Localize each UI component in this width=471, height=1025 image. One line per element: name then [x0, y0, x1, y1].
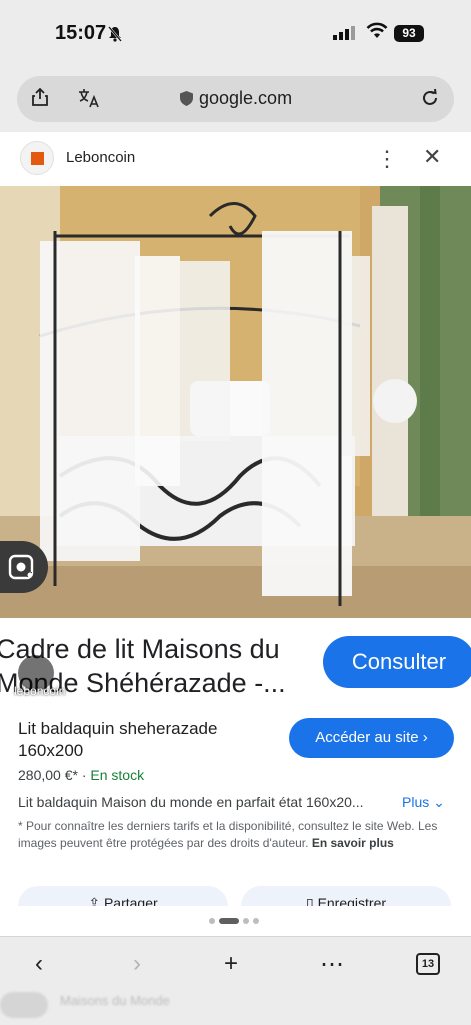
leboncoin-logo-icon	[31, 152, 44, 165]
wifi-icon	[366, 22, 388, 45]
silent-bell-icon	[108, 26, 122, 45]
page-dot	[209, 918, 215, 924]
reload-icon[interactable]	[420, 88, 440, 108]
secure-shield-icon	[180, 91, 193, 106]
page-dot	[253, 918, 259, 924]
product-price: 280,00 €*	[18, 767, 78, 783]
price-row: 280,00 €* · En stock	[18, 767, 144, 783]
learn-more-link[interactable]: En savoir plus	[312, 836, 394, 850]
menu-dots-icon[interactable]: ⋯	[320, 950, 344, 979]
visit-site-label: Accéder au site	[315, 729, 419, 746]
new-tab-plus-icon[interactable]: +	[224, 950, 238, 978]
more-label: Plus	[402, 794, 430, 810]
more-options-icon[interactable]: ⋮	[376, 146, 398, 172]
consult-button[interactable]: Consulter	[323, 636, 471, 688]
product-title[interactable]: Lit baldaquin sheherazade 160x200	[18, 718, 268, 762]
cell-signal-icon	[333, 26, 355, 45]
site-name[interactable]: Leboncoin	[66, 149, 135, 166]
product-description: Lit baldaquin Maison du monde en parfait…	[18, 794, 364, 810]
blurred-text: Maisons du Monde	[60, 993, 170, 1008]
forward-icon[interactable]: ›	[133, 950, 141, 978]
blurred-logo	[0, 992, 48, 1018]
page-dot	[243, 918, 249, 924]
chevron-down-icon: ⌄	[433, 794, 445, 810]
share-icon[interactable]	[30, 87, 50, 107]
pagination-dots	[209, 918, 259, 924]
url-text: google.com	[199, 88, 293, 108]
close-icon[interactable]: ✕	[423, 144, 441, 170]
status-time: 15:07	[55, 22, 107, 44]
disclaimer: * Pour connaître les derniers tarifs et …	[18, 818, 450, 852]
separator: ·	[81, 767, 87, 783]
translate-icon[interactable]	[78, 88, 100, 113]
chevron-right-icon: ›	[422, 729, 428, 746]
page-dot-active	[219, 918, 239, 924]
stock-status: En stock	[90, 767, 145, 783]
back-icon[interactable]: ‹	[35, 950, 43, 978]
more-link[interactable]: Plus ⌄	[402, 794, 445, 811]
watermark: leboncoin	[14, 684, 66, 698]
visit-site-button[interactable]: Accéder au site ›	[289, 718, 454, 758]
tabs-button[interactable]: 13	[416, 953, 440, 975]
url-field[interactable]: google.com	[180, 88, 292, 109]
google-lens-button[interactable]	[0, 541, 48, 593]
battery-indicator: 93	[394, 25, 424, 42]
product-image[interactable]	[0, 186, 471, 618]
